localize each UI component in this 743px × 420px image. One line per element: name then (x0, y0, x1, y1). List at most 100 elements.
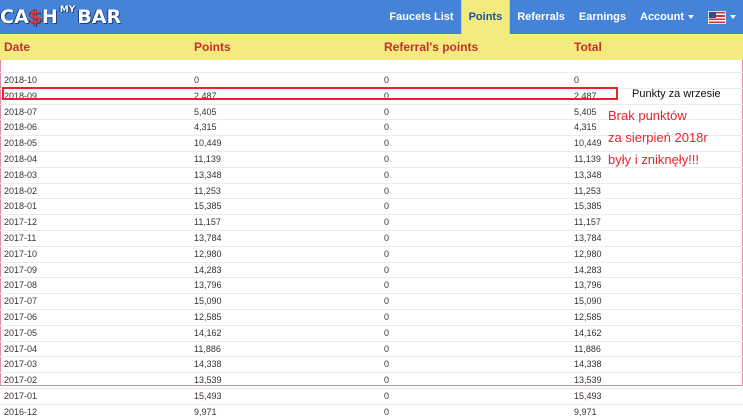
logo-text-h: H (41, 6, 58, 28)
cell-total: 14,283 (574, 264, 602, 275)
table-row: 2017-07 15,090 0 15,090 (0, 293, 743, 309)
cell-referral-points: 0 (384, 122, 390, 133)
annotation-note-black: Punkty za wrzesie (632, 88, 721, 100)
annotation-red-line: były i zniknęły!!! (608, 152, 700, 167)
nav-menu: Faucets List Points Referrals Earnings A… (382, 0, 743, 34)
cell-total: 11,253 (574, 185, 601, 196)
cell-date: 2017-01 (4, 390, 38, 401)
column-header-referral: Referral's points (384, 40, 479, 54)
annotation-red-line: Brak punktów (608, 108, 687, 123)
cell-date: 2017-09 (4, 264, 38, 275)
chevron-down-icon (730, 15, 736, 20)
cell-date: 2018-07 (4, 106, 38, 117)
cell-referral-points: 0 (384, 232, 390, 243)
cell-total: 13,796 (574, 280, 602, 291)
logo-text-mid: MY (59, 5, 76, 15)
cell-date: 2018-05 (4, 138, 38, 149)
cell-points: 5,405 (194, 106, 217, 117)
cell-date: 2017-12 (4, 217, 38, 228)
cell-points: 12,980 (194, 248, 222, 259)
cell-referral-points: 0 (384, 406, 390, 417)
cell-points: 14,338 (194, 359, 222, 370)
cell-referral-points: 0 (384, 280, 390, 291)
cell-points: 11,139 (194, 153, 221, 164)
table-row: 2017-06 12,585 0 12,585 (0, 308, 743, 325)
table-row: 2017-05 14,162 0 14,162 (0, 324, 743, 341)
column-header-points: Points (194, 40, 231, 54)
table-row: 2018-10 0 0 0 (0, 72, 743, 88)
cell-referral-points: 0 (384, 153, 390, 164)
cell-date: 2017-03 (4, 359, 38, 370)
cell-points: 12,585 (194, 311, 222, 322)
cell-date: 2018-06 (4, 122, 38, 133)
cell-total: 12,980 (574, 248, 602, 259)
nav-referrals[interactable]: Referrals (510, 0, 572, 34)
table-row: 2017-11 13,784 0 13,784 (0, 229, 743, 246)
chevron-down-icon (688, 15, 694, 20)
cell-date: 2018-04 (4, 153, 38, 164)
table-row: 2017-09 14,283 0 14,283 (0, 261, 743, 278)
cell-referral-points: 0 (384, 106, 390, 117)
nav-faucets-list[interactable]: Faucets List (382, 0, 460, 34)
nav-points[interactable]: Points (460, 0, 511, 34)
cell-points: 13,784 (194, 232, 222, 243)
cell-points: 14,283 (194, 264, 222, 275)
cell-points: 14,162 (194, 327, 222, 338)
nav-account-label: Account (640, 11, 684, 23)
cell-referral-points: 0 (384, 217, 390, 228)
table-row: 2016-12 9,971 0 9,971 (0, 403, 743, 420)
cell-total: 4,315 (574, 122, 597, 133)
cell-referral-points: 0 (384, 359, 390, 370)
cell-referral-points: 0 (384, 75, 390, 85)
column-header-total: Total (574, 40, 602, 54)
cell-points: 4,315 (194, 122, 217, 133)
cell-date: 2017-08 (4, 280, 38, 291)
table-row: 2017-12 11,157 0 11,157 (0, 214, 743, 230)
cell-total: 11,886 (574, 343, 601, 354)
cell-total: 10,449 (574, 138, 602, 149)
logo-text-left: CA (0, 6, 29, 28)
annotation-note-red: Brak punktów za sierpień 2018r były i zn… (608, 105, 743, 171)
cell-referral-points: 0 (384, 264, 390, 275)
cell-points: 13,796 (194, 280, 222, 291)
nav-account-dropdown[interactable]: Account (633, 0, 701, 34)
cell-total: 11,139 (574, 153, 601, 164)
cell-total: 0 (574, 75, 580, 85)
cell-points: 10,449 (194, 138, 222, 149)
annotation-highlight-box (2, 87, 618, 100)
table-row: 2018-02 11,253 0 11,253 (0, 182, 743, 199)
annotation-red-line: za sierpień 2018r (608, 130, 708, 145)
cell-total: 13,784 (574, 232, 602, 243)
table-row: 2017-10 12,980 0 12,980 (0, 245, 743, 262)
cell-points: 15,493 (194, 390, 222, 401)
cell-date: 2018-03 (4, 169, 38, 180)
cell-total: 12,585 (574, 311, 602, 322)
cell-referral-points: 0 (384, 390, 390, 401)
cell-total: 11,157 (574, 217, 601, 228)
cell-referral-points: 0 (384, 343, 390, 354)
cell-referral-points: 0 (384, 311, 390, 322)
cell-total: 14,338 (574, 359, 602, 370)
cell-points: 0 (194, 75, 200, 85)
cell-date: 2017-06 (4, 311, 38, 322)
cell-total: 15,493 (574, 390, 602, 401)
cell-date: 2017-10 (4, 248, 38, 259)
site-logo[interactable]: CA$H MY BAR (0, 5, 121, 29)
cell-points: 15,090 (194, 296, 222, 307)
cell-referral-points: 0 (384, 327, 390, 338)
cell-referral-points: 0 (384, 185, 390, 196)
table-header: Date Points Referral's points Total (0, 34, 743, 60)
cell-points: 13,348 (194, 169, 222, 180)
cell-date: 2017-04 (4, 343, 38, 354)
table-row: 2017-01 15,493 0 15,493 (0, 387, 743, 404)
cell-referral-points: 0 (384, 138, 390, 149)
us-flag-icon (708, 10, 726, 24)
cell-date: 2017-11 (4, 232, 37, 243)
cell-referral-points: 0 (384, 248, 390, 259)
cell-total: 5,405 (574, 106, 597, 117)
cell-date: 2017-07 (4, 296, 38, 307)
language-dropdown[interactable] (701, 0, 743, 34)
nav-earnings[interactable]: Earnings (572, 0, 633, 34)
cell-referral-points: 0 (384, 296, 390, 307)
table-row: 2017-08 13,796 0 13,796 (0, 277, 743, 293)
